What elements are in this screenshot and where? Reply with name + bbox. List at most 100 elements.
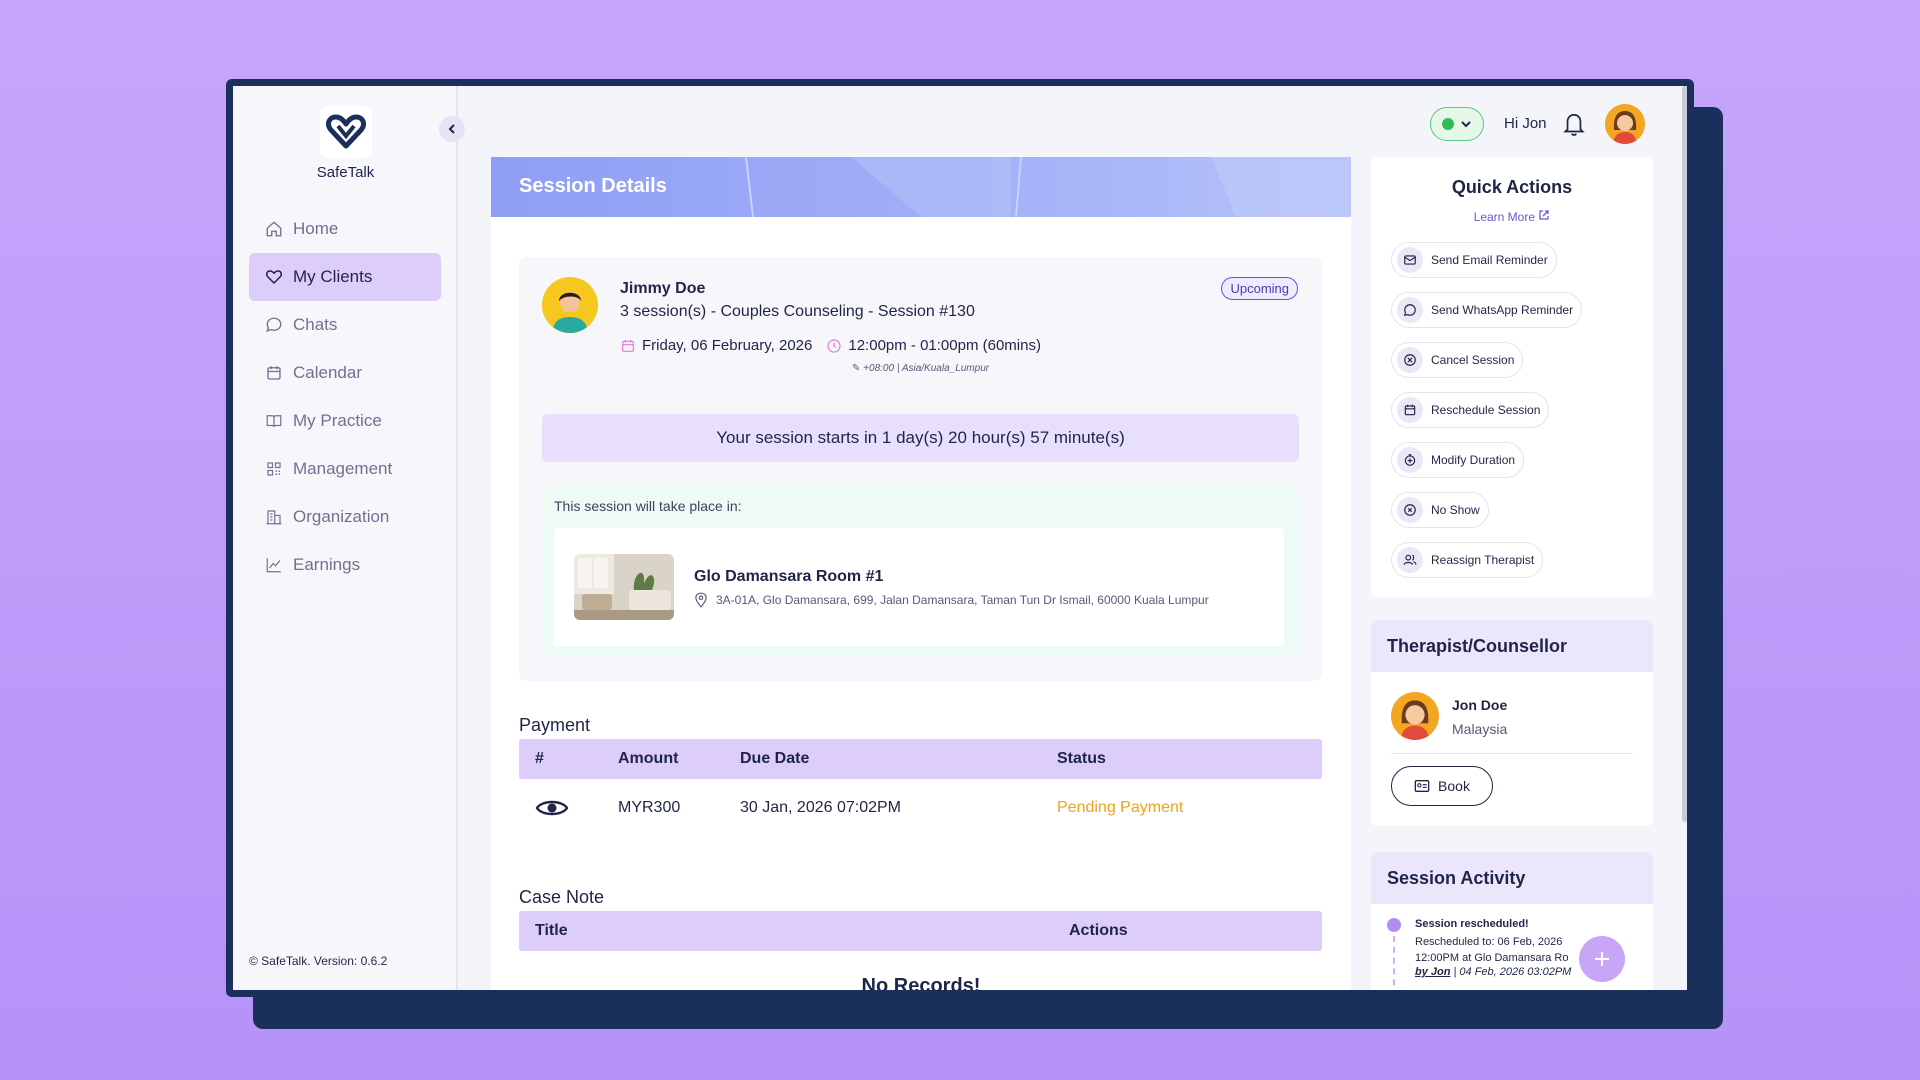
sidebar-item-management[interactable]: Management <box>249 445 441 493</box>
status-dropdown[interactable] <box>1430 107 1484 141</box>
sidebar-item-label: Management <box>293 459 393 478</box>
session-details-panel: Session Details Jimmy Doe 3 session(s) -… <box>491 157 1351 997</box>
sidebar-item-chats[interactable]: Chats <box>249 301 441 349</box>
view-payment-eye-icon[interactable] <box>535 797 569 824</box>
activity-event-meta: by Jon | 04 Feb, 2026 03:02PM <box>1415 966 1572 978</box>
chevron-down-icon <box>1461 121 1471 128</box>
sidebar-item-label: Organization <box>293 507 390 526</box>
calendar-icon <box>267 366 281 380</box>
sidebar-item-label: Calendar <box>293 363 362 382</box>
quick-actions-list: Send Email Reminder Send WhatsApp Remind… <box>1391 242 1583 592</box>
sidebar-item-label: Chats <box>293 315 338 334</box>
duration-icon <box>1397 447 1423 473</box>
mail-icon <box>1397 247 1423 273</box>
session-countdown: Your session starts in 1 day(s) 20 hour(… <box>542 414 1299 462</box>
room-name: Glo Damansara Room #1 <box>694 568 884 585</box>
online-status-dot <box>1442 118 1454 130</box>
quick-actions-panel: Quick Actions Learn More Send Email Remi… <box>1371 157 1653 597</box>
grid-icon <box>267 462 281 476</box>
payment-status: Pending Payment <box>1057 799 1184 816</box>
column-header: Actions <box>1069 922 1128 939</box>
client-name[interactable]: Jimmy Doe <box>620 280 705 298</box>
sidebar-item-label: Home <box>293 219 339 238</box>
sidebar-item-organization[interactable]: Organization <box>249 493 441 541</box>
greeting-text: Hi Jon <box>1504 115 1547 132</box>
users-icon <box>1397 547 1423 573</box>
home-icon <box>266 221 282 237</box>
send-whatsapp-reminder-button[interactable]: Send WhatsApp Reminder <box>1391 292 1583 328</box>
send-email-reminder-button[interactable]: Send Email Reminder <box>1391 242 1557 278</box>
client-avatar[interactable] <box>542 277 598 333</box>
session-card: Jimmy Doe 3 session(s) - Couples Counsel… <box>519 257 1322 681</box>
room-card[interactable]: Glo Damansara Room #1 3A-01A, Glo Damans… <box>554 528 1284 646</box>
notification-bell-icon[interactable] <box>1561 110 1587 143</box>
activity-user[interactable]: by Jon <box>1415 966 1450 978</box>
sidebar-item-earnings[interactable]: Earnings <box>249 541 441 589</box>
heart-logo-icon <box>326 114 366 149</box>
sidebar-item-label: My Clients <box>293 267 373 286</box>
scrollbar[interactable] <box>1682 86 1687 822</box>
chat-icon <box>266 317 282 333</box>
timeline-line <box>1393 936 1395 990</box>
session-summary: 3 session(s) - Couples Counseling - Sess… <box>620 303 975 320</box>
sidebar: SafeTalk Home My Clients Chats Calendar … <box>233 86 458 990</box>
session-date: Friday, 06 February, 2026 <box>642 337 813 354</box>
page-title: Session Details <box>519 175 667 197</box>
no-show-button[interactable]: No Show <box>1391 492 1489 528</box>
whatsapp-icon <box>1397 297 1423 323</box>
sidebar-item-my-clients[interactable]: My Clients <box>249 253 441 301</box>
reschedule-icon <box>1397 397 1423 423</box>
location-pin-icon <box>695 592 707 608</box>
sidebar-item-home[interactable]: Home <box>249 205 441 253</box>
therapist-name: Jon Doe <box>1452 697 1508 713</box>
column-header: Status <box>1057 750 1106 767</box>
case-note-table-header: Title Actions <box>519 911 1322 951</box>
learn-more-link[interactable]: Learn More <box>1371 209 1653 224</box>
calendar-icon <box>622 339 634 352</box>
room-address: 3A-01A, Glo Damansara, 699, Jalan Damans… <box>694 592 1209 608</box>
payment-title: Payment <box>519 715 591 735</box>
sidebar-item-my-practice[interactable]: My Practice <box>249 397 441 445</box>
reassign-therapist-button[interactable]: Reassign Therapist <box>1391 542 1544 578</box>
empty-state: No Records! <box>861 975 981 997</box>
app-window: SafeTalk Home My Clients Chats Calendar … <box>226 79 1694 997</box>
case-note-title: Case Note <box>519 887 605 907</box>
cancel-session-button[interactable]: Cancel Session <box>1391 342 1524 378</box>
woman-avatar-icon <box>1605 104 1645 144</box>
reschedule-session-button[interactable]: Reschedule Session <box>1391 392 1550 428</box>
woman-avatar-icon <box>1391 692 1439 740</box>
sidebar-item-label: Earnings <box>293 555 361 574</box>
payment-amount: MYR300 <box>618 799 681 816</box>
table-row: MYR300 30 Jan, 2026 07:02PM Pending Paym… <box>519 779 1322 839</box>
column-header: Amount <box>618 750 679 767</box>
man-avatar-icon <box>542 277 598 333</box>
location-label: This session will take place in: <box>554 498 742 514</box>
activity-event-text: Rescheduled to: 06 Feb, 2026 12:00PM at … <box>1415 936 1569 964</box>
therapist-panel: Therapist/Counsellor Jon Doe Malaysia Bo… <box>1371 620 1653 826</box>
room-photo <box>574 554 674 620</box>
column-header: Title <box>535 922 568 939</box>
app-name: SafeTalk <box>316 164 375 181</box>
session-activity-title: Session Activity <box>1371 852 1653 904</box>
building-icon <box>266 510 282 525</box>
book-button[interactable]: Book <box>1391 766 1493 806</box>
collapse-sidebar-button[interactable] <box>439 116 465 142</box>
cancel-icon <box>1397 347 1423 373</box>
payment-due-date: 30 Jan, 2026 07:02PM <box>740 799 902 816</box>
session-time: 12:00pm - 01:00pm (60mins) <box>848 337 1041 354</box>
heart-icon <box>265 270 283 285</box>
plus-icon <box>1595 952 1609 966</box>
column-header: # <box>535 750 544 767</box>
modify-duration-button[interactable]: Modify Duration <box>1391 442 1525 478</box>
user-avatar[interactable] <box>1605 104 1645 144</box>
session-details-header: Session Details <box>491 157 1351 217</box>
therapist-avatar <box>1391 692 1439 740</box>
safetalk-logo[interactable] <box>320 106 372 158</box>
copyright-text: © SafeTalk. Version: 0.6.2 <box>249 954 388 968</box>
status-badge: Upcoming <box>1221 277 1298 300</box>
quick-actions-title: Quick Actions <box>1451 177 1573 197</box>
add-activity-button[interactable] <box>1579 936 1625 982</box>
payment-table-header: # Amount Due Date Status <box>519 739 1322 779</box>
timeline-dot <box>1387 918 1401 932</box>
sidebar-item-calendar[interactable]: Calendar <box>249 349 441 397</box>
